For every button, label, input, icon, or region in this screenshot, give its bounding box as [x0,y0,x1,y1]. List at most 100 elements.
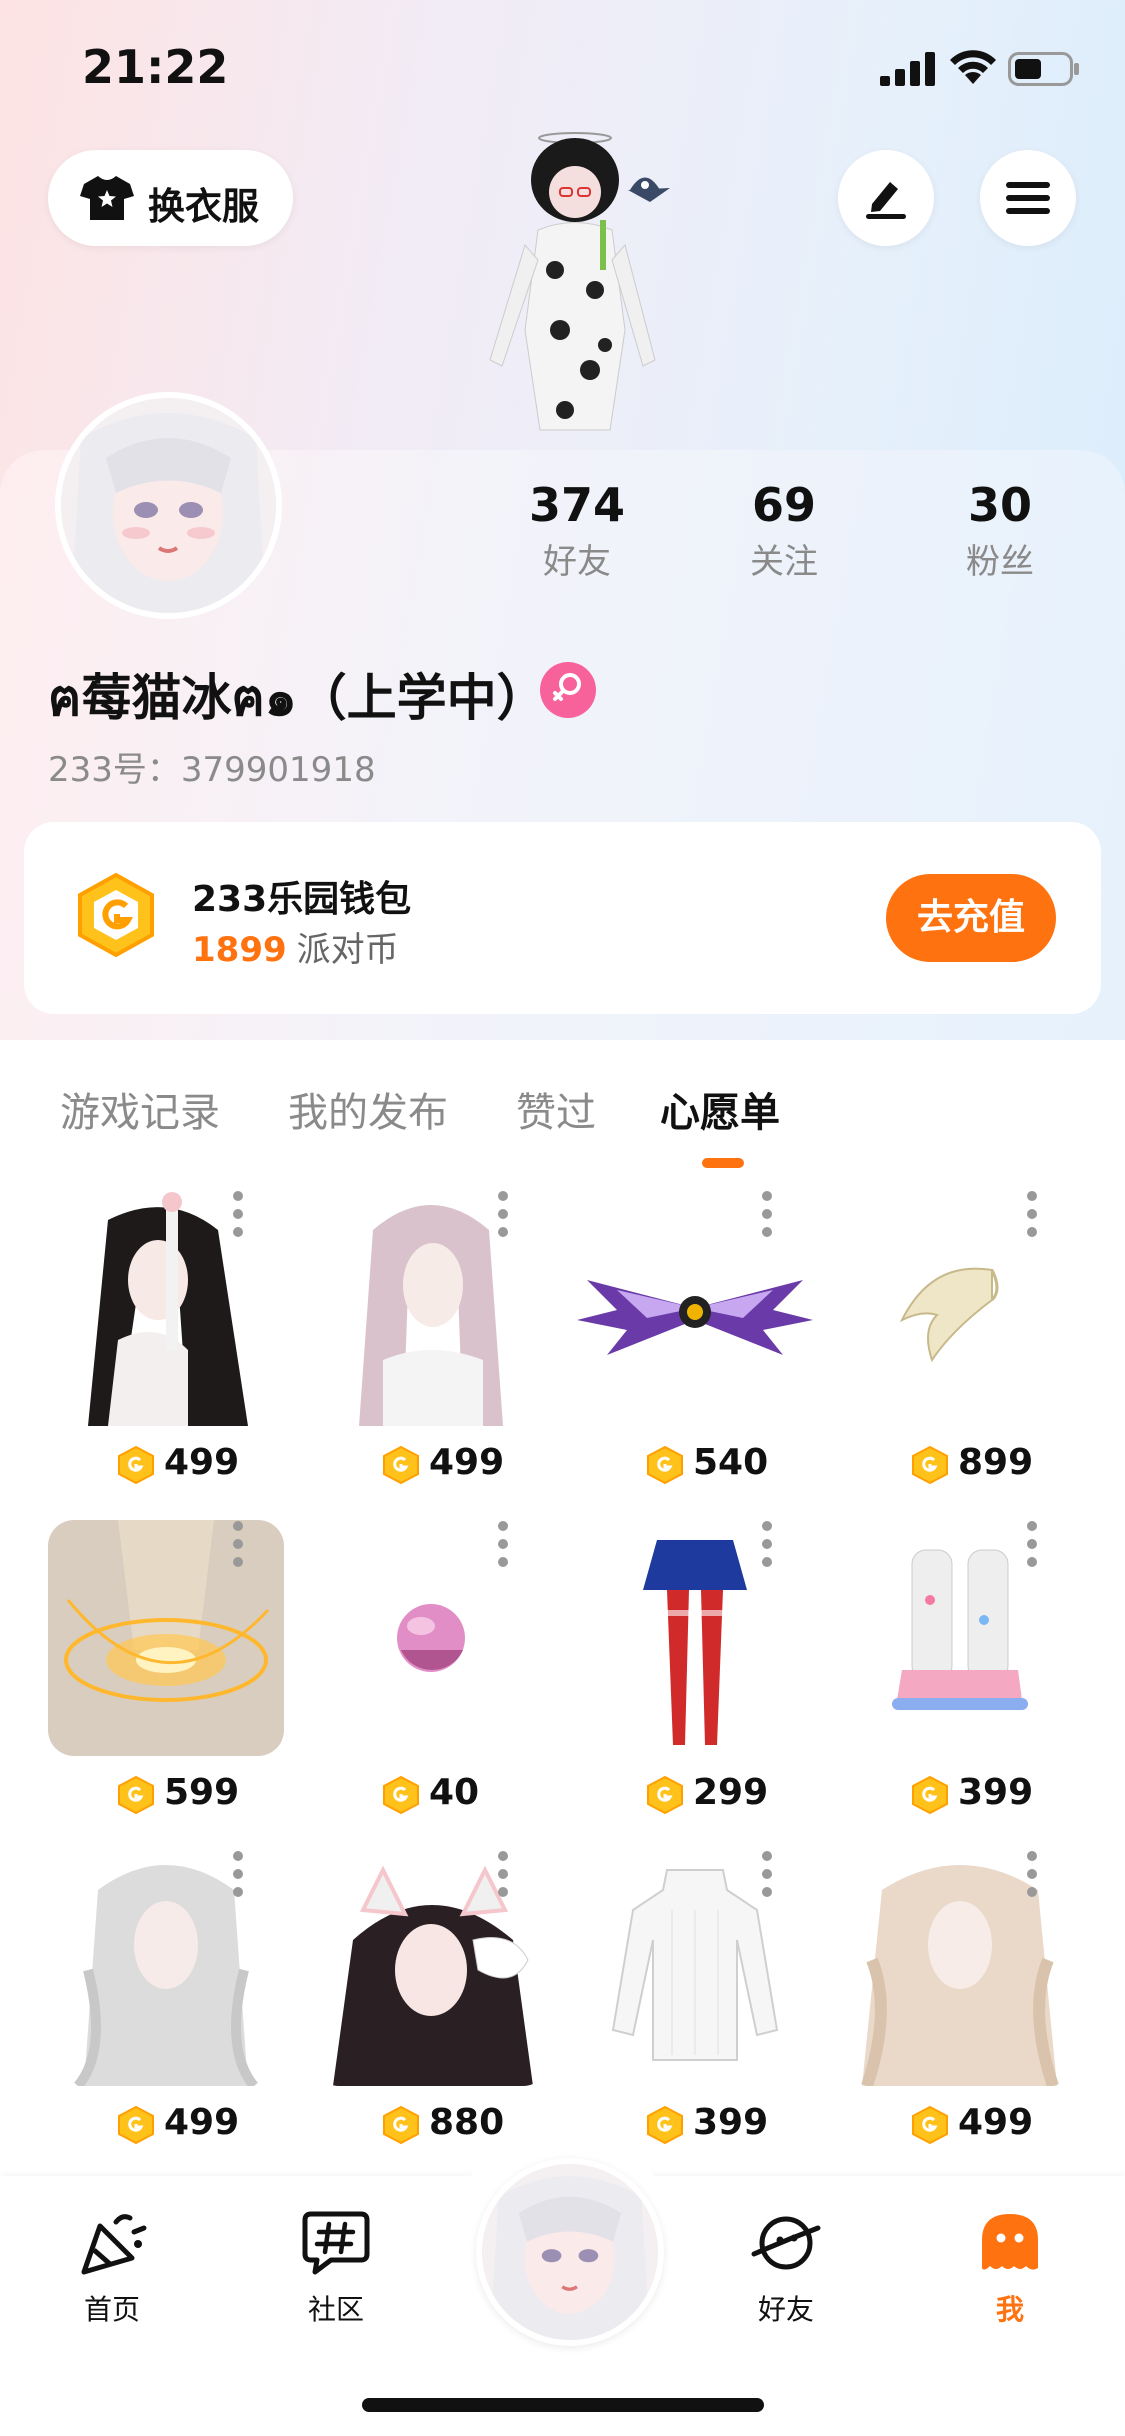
item-thumbnail [48,1190,284,1426]
nav-me[interactable]: 我 [940,2210,1080,2328]
status-bar: 21:22 [0,0,1125,135]
stat-value: 374 [528,478,626,532]
battery-icon [1008,52,1079,86]
nav-label: 我 [995,2293,1024,2326]
wifi-icon [950,50,996,84]
g-coin-icon [912,1446,948,1484]
more-options-icon[interactable] [761,1190,773,1238]
wishlist-item[interactable]: 540 [577,1180,827,1490]
nav-label: 首页 [83,2293,140,2326]
g-coin-icon [912,2106,948,2144]
wallet-amount: 1899 [192,930,287,970]
item-thumbnail [842,1850,1078,2086]
wishlist-item[interactable]: 880 [313,1840,563,2150]
item-thumbnail [48,1850,284,2086]
profile-avatar[interactable] [55,392,282,619]
more-options-icon[interactable] [761,1520,773,1568]
item-price-value: 499 [164,1442,240,1483]
more-options-icon[interactable] [232,1850,244,1898]
tab-active-indicator [702,1158,744,1168]
avatar-3d-character[interactable] [460,130,690,450]
more-options-icon[interactable] [497,1520,509,1568]
more-options-icon[interactable] [497,1190,509,1238]
female-symbol-icon [553,673,581,701]
more-options-icon[interactable] [232,1520,244,1568]
item-thumbnail [842,1520,1078,1756]
tab-wishlist[interactable]: 心愿单 [660,1080,780,1138]
g-coin-icon [118,1776,154,1814]
g-coin-icon [647,1446,683,1484]
more-options-icon[interactable] [761,1850,773,1898]
stat-friends[interactable]: 374 好友 [487,478,667,583]
wishlist-item[interactable]: 399 [577,1840,827,2150]
wishlist-item[interactable]: 399 [842,1510,1092,1820]
menu-button[interactable] [980,150,1076,246]
item-thumbnail [313,1850,549,2086]
item-price-value: 499 [164,2102,240,2143]
wishlist-item[interactable]: 899 [842,1180,1092,1490]
more-options-icon[interactable] [232,1190,244,1238]
more-options-icon[interactable] [1026,1850,1038,1898]
more-options-icon[interactable] [1026,1520,1038,1568]
g-coin-icon [647,1776,683,1814]
wishlist-item[interactable]: 499 [48,1840,298,2150]
nav-community[interactable]: 社区 [266,2210,406,2328]
wallet-card[interactable]: 233乐园钱包 1899 派对币 去充值 [24,822,1101,1014]
wallet-title: 233乐园钱包 [192,879,412,920]
wishlist-item[interactable]: 499 [313,1180,563,1490]
item-price-value: 540 [693,1442,769,1483]
item-price-value: 499 [429,1442,505,1483]
change-outfit-label: 换衣服 [148,185,259,228]
wishlist-item[interactable]: 499 [48,1180,298,1490]
stat-following[interactable]: 69 关注 [694,478,874,583]
stat-value: 30 [967,478,1032,532]
wallet-balance: 1899 派对币 [192,922,399,971]
home-indicator[interactable] [362,2398,764,2412]
profile-tabs: 游戏记录 我的发布 赞过 心愿单 [0,1040,1125,1170]
item-thumbnail [48,1520,284,1756]
nav-label: 好友 [757,2293,814,2326]
nav-home[interactable]: 首页 [42,2210,182,2328]
item-price-value: 399 [693,2102,769,2143]
g-coin-icon [118,2106,154,2144]
item-thumbnail [842,1190,1078,1426]
stat-label: 关注 [750,542,818,582]
tab-game-history[interactable]: 游戏记录 [60,1080,220,1138]
party-popper-icon [81,2214,147,2275]
g-coin-icon [383,1776,419,1814]
more-options-icon[interactable] [497,1850,509,1898]
status-time: 21:22 [82,40,229,94]
username: ฅ莓猫冰ฅ๑（上学中） [48,669,547,727]
nav-center-avatar[interactable] [476,2158,664,2346]
g-coin-icon [118,1446,154,1484]
stat-fans[interactable]: 30 粉丝 [910,478,1090,583]
more-options-icon[interactable] [1026,1190,1038,1238]
tab-my-posts[interactable]: 我的发布 [288,1080,448,1138]
nav-friends[interactable]: 好友 [716,2210,856,2328]
user-id: 233号：379901918 [48,750,376,790]
item-price-value: 40 [429,1772,480,1813]
edit-button[interactable] [838,150,934,246]
change-outfit-button[interactable]: 换衣服 [48,150,293,246]
wishlist-item[interactable]: 40 [313,1510,563,1820]
wishlist-item[interactable]: 299 [577,1510,827,1820]
g-coin-icon [78,872,154,958]
item-thumbnail [313,1520,549,1756]
item-thumbnail [313,1190,549,1426]
item-thumbnail [577,1190,813,1426]
ghost-icon [982,2214,1038,2270]
item-thumbnail [577,1850,813,2086]
female-gender-badge [540,662,596,718]
planet-icon [751,2216,821,2270]
hashtag-chat-icon [302,2211,370,2275]
recharge-button[interactable]: 去充值 [886,874,1056,962]
g-coin-icon [647,2106,683,2144]
cellular-signal-icon [880,52,935,86]
wallet-unit: 派对币 [296,930,399,970]
item-price-value: 880 [429,2102,505,2143]
item-price-value: 599 [164,1772,240,1813]
wishlist-item[interactable]: 599 [48,1510,298,1820]
tab-liked[interactable]: 赞过 [516,1080,596,1138]
wishlist-item[interactable]: 499 [842,1840,1092,2150]
g-coin-icon [912,1776,948,1814]
